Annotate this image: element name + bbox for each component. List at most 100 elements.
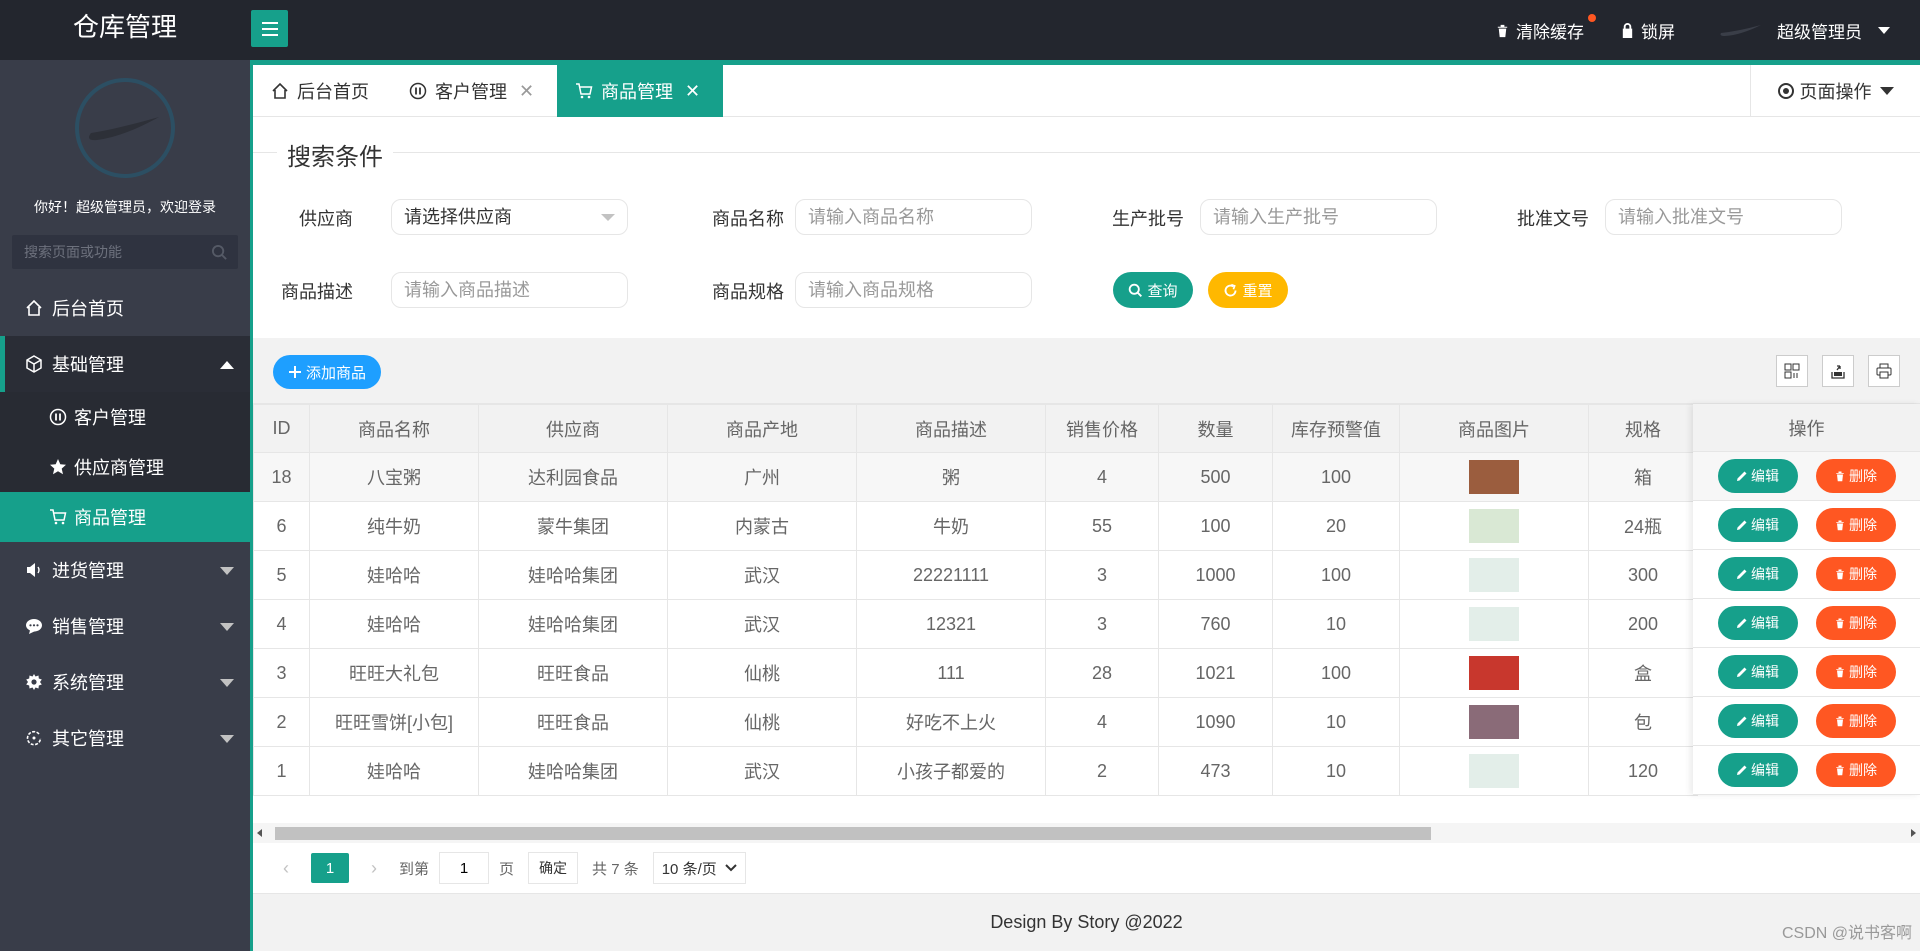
sidebar-item-label: 基础管理 — [52, 355, 124, 375]
trash-icon — [1836, 765, 1844, 776]
cell-warn: 100 — [1272, 648, 1400, 698]
menu-toggle-button[interactable] — [251, 10, 288, 47]
column-header: 数量 — [1158, 404, 1273, 453]
product-thumbnail[interactable] — [1469, 607, 1519, 641]
tab-customers[interactable]: 客户管理 ✕ — [409, 65, 539, 117]
total-count: 共 7 条 — [592, 860, 639, 878]
sidebar-item-purchase[interactable]: 进货管理 — [0, 542, 250, 598]
page-operations-label: 页面操作 — [1799, 82, 1872, 102]
trash-icon — [1497, 24, 1508, 37]
search-icon — [1129, 283, 1143, 297]
tab-home[interactable]: 后台首页 — [271, 65, 391, 117]
column-filter-button[interactable] — [1776, 355, 1808, 387]
edit-button-label: 编辑 — [1751, 664, 1779, 680]
delete-button[interactable]: 删除 — [1815, 606, 1896, 640]
edit-button-label: 编辑 — [1751, 566, 1779, 582]
product-desc-input[interactable] — [391, 272, 628, 308]
clear-cache-button[interactable]: 清除缓存 — [1495, 13, 1596, 43]
edit-button[interactable]: 编辑 — [1717, 704, 1798, 738]
lock-screen-button[interactable]: 锁屏 — [1620, 18, 1675, 43]
delete-button[interactable]: 删除 — [1815, 459, 1896, 493]
product-thumbnail[interactable] — [1469, 705, 1519, 739]
next-page-icon[interactable]: › — [359, 853, 389, 883]
sidebar-item-products[interactable]: 商品管理 — [0, 492, 250, 542]
scroll-right-icon[interactable] — [1911, 829, 1916, 837]
print-button[interactable] — [1868, 355, 1900, 387]
query-button[interactable]: 查询 — [1113, 272, 1193, 308]
delete-button[interactable]: 删除 — [1815, 508, 1896, 542]
notification-dot — [1588, 13, 1596, 22]
sidebar-item-home[interactable]: 后台首页 — [0, 280, 250, 336]
supplier-select[interactable]: 请选择供应商 — [391, 199, 628, 235]
product-thumbnail[interactable] — [1469, 460, 1519, 494]
sidebar-item-system[interactable]: 系统管理 — [0, 654, 250, 710]
tab-label: 后台首页 — [297, 82, 369, 102]
star-icon — [48, 457, 68, 477]
columns-icon — [1784, 363, 1800, 379]
edit-button[interactable]: 编辑 — [1717, 459, 1798, 493]
column-header: 商品名称 — [309, 404, 479, 453]
goto-page-input[interactable] — [439, 852, 490, 884]
add-product-button[interactable]: 添加商品 — [273, 355, 381, 389]
delete-button[interactable]: 删除 — [1815, 753, 1896, 787]
delete-button[interactable]: 删除 — [1815, 655, 1896, 689]
prev-page-icon[interactable]: ‹ — [271, 853, 301, 883]
pause-circle-icon — [48, 407, 68, 427]
cell-warn: 100 — [1272, 452, 1400, 502]
sidebar-item-basic[interactable]: 基础管理 — [0, 336, 250, 392]
edit-button[interactable]: 编辑 — [1717, 557, 1798, 591]
product-thumbnail[interactable] — [1469, 656, 1519, 690]
product-thumbnail[interactable] — [1469, 754, 1519, 788]
actions-header: 操作 — [1693, 404, 1920, 452]
cell-spec: 200 — [1588, 599, 1698, 649]
sidebar-item-other[interactable]: 其它管理 — [0, 710, 250, 766]
delete-button-label: 删除 — [1849, 762, 1877, 778]
product-spec-input[interactable] — [795, 272, 1032, 308]
page-unit-label: 页 — [499, 860, 515, 878]
cell-name: 旺旺雪饼[小包] — [309, 697, 479, 747]
product-name-input[interactable] — [795, 199, 1032, 235]
approval-number-input[interactable] — [1605, 199, 1842, 235]
sidebar-search-input[interactable] — [12, 235, 202, 269]
export-button[interactable] — [1822, 355, 1854, 387]
scroll-left-icon[interactable] — [257, 829, 262, 837]
chevron-down-icon — [1878, 26, 1890, 34]
reset-button[interactable]: 重置 — [1208, 272, 1288, 308]
sidebar-item-sales[interactable]: 销售管理 — [0, 598, 250, 654]
divider — [253, 152, 1920, 153]
cell-desc: 小孩子都爱的 — [856, 746, 1046, 796]
product-thumbnail[interactable] — [1469, 509, 1519, 543]
approval-number-label: 批准文号 — [1517, 209, 1589, 229]
goto-confirm-button[interactable]: 确定 — [528, 852, 579, 884]
tab-products[interactable]: 商品管理 ✕ — [557, 65, 723, 117]
edit-button[interactable]: 编辑 — [1717, 606, 1798, 640]
product-thumbnail[interactable] — [1469, 558, 1519, 592]
edit-button[interactable]: 编辑 — [1717, 655, 1798, 689]
trash-icon — [1836, 667, 1844, 678]
page-size-select[interactable]: 10 条/页 — [652, 852, 746, 884]
close-icon[interactable]: ✕ — [685, 81, 700, 102]
scrollbar-thumb[interactable] — [275, 827, 1431, 840]
delete-button[interactable]: 删除 — [1815, 704, 1896, 738]
export-icon — [1831, 365, 1845, 379]
user-menu[interactable]: 超级管理员 — [1719, 18, 1890, 43]
edit-button[interactable]: 编辑 — [1717, 508, 1798, 542]
supplier-select-value: 请选择供应商 — [404, 207, 512, 227]
delete-button[interactable]: 删除 — [1815, 557, 1896, 591]
table-row: 2 旺旺雪饼[小包] 旺旺食品 仙桃 好吃不上火 4 1090 10 包 — [253, 697, 1698, 747]
app-title: 仓库管理 — [72, 13, 177, 43]
chevron-down-icon — [220, 567, 234, 575]
search-icon[interactable] — [211, 244, 228, 261]
sidebar-item-customers[interactable]: 客户管理 — [0, 392, 250, 442]
sidebar-item-suppliers[interactable]: 供应商管理 — [0, 442, 250, 492]
speaker-icon — [24, 560, 44, 580]
batch-number-input[interactable] — [1200, 199, 1437, 235]
sidebar: 你好！超级管理员，欢迎登录 后台首页 基础管理 客户管理 — [0, 60, 250, 951]
close-icon[interactable]: ✕ — [519, 81, 534, 102]
edit-button[interactable]: 编辑 — [1717, 753, 1798, 787]
page-current[interactable]: 1 — [311, 853, 349, 883]
page-operations-dropdown[interactable]: 页面操作 — [1750, 65, 1920, 117]
product-image-cell — [1399, 746, 1589, 796]
horizontal-scrollbar[interactable] — [253, 823, 1920, 843]
cell-name: 旺旺大礼包 — [309, 648, 479, 698]
